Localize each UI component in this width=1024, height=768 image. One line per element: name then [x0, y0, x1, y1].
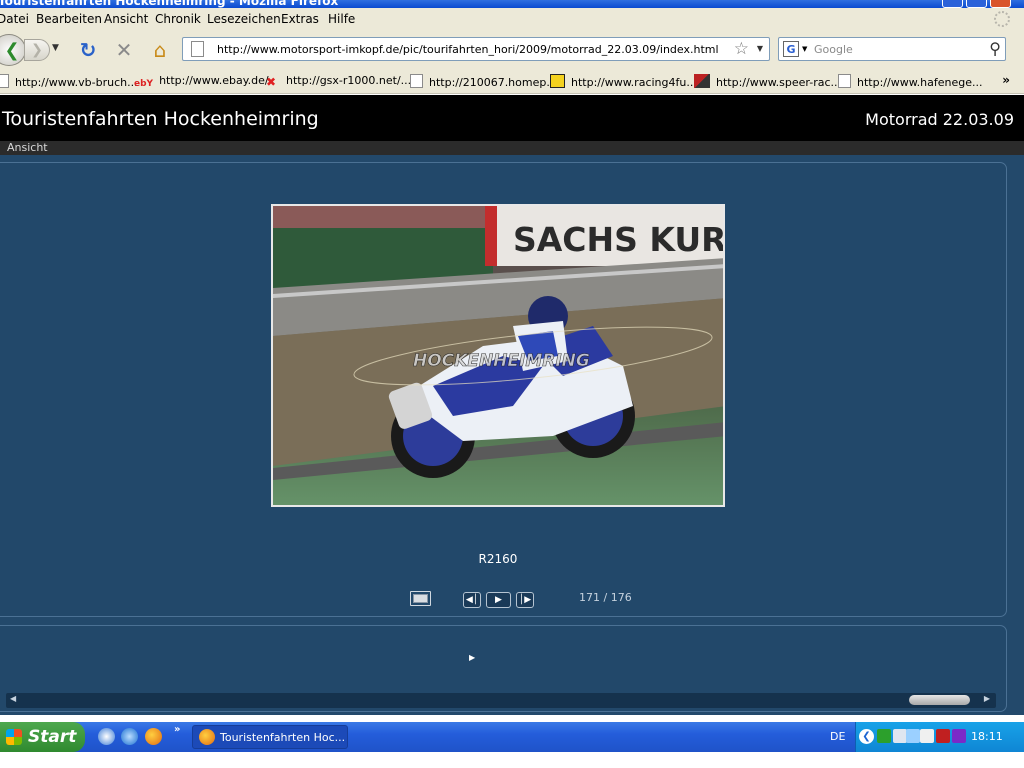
- view-menu-bar: Ansicht: [0, 141, 1024, 155]
- window-title: Touristenfahrten Hockenheimring - Mozill…: [0, 0, 339, 8]
- menu-extras[interactable]: Extras: [281, 12, 319, 26]
- menu-chronik[interactable]: Chronik: [155, 12, 201, 26]
- messenger-icon[interactable]: [952, 729, 966, 743]
- search-icon[interactable]: ⚲: [989, 39, 1001, 58]
- back-button[interactable]: ❮: [0, 34, 26, 66]
- bookmark-item[interactable]: ✖ http://gsx-r1000.net/...: [266, 74, 411, 89]
- menu-bar: Datei Bearbeiten Ansicht Chronik Lesezei…: [0, 8, 1024, 30]
- menu-lesezeichen[interactable]: Lesezeichen: [207, 12, 281, 26]
- url-dropdown-icon[interactable]: ▼: [757, 44, 763, 53]
- internet-explorer-icon[interactable]: [121, 728, 138, 745]
- gallery-page: Touristenfahrten Hockenheimring Motorrad…: [0, 95, 1024, 715]
- page-header: Touristenfahrten Hockenheimring Motorrad…: [0, 95, 1024, 141]
- monitor-icon: [413, 594, 428, 603]
- home-icon: ⌂: [153, 38, 167, 62]
- maximize-button[interactable]: [966, 0, 987, 8]
- antivirus-icon[interactable]: [936, 729, 950, 743]
- clock: 18:11: [971, 730, 1003, 743]
- next-button[interactable]: │▶: [516, 592, 534, 608]
- photo-watermark: HOCKENHEIMRING: [413, 351, 590, 371]
- minimize-button[interactable]: [942, 0, 963, 8]
- network-icon[interactable]: [877, 729, 891, 743]
- page-icon: [410, 74, 423, 88]
- taskbar: Start » Touristenfahrten Hoc... DE ❮ 18:…: [0, 722, 1024, 752]
- show-desktop-icon[interactable]: [98, 728, 115, 745]
- start-button[interactable]: Start: [0, 722, 85, 752]
- page-icon: [838, 74, 851, 88]
- bookmarks-overflow-button[interactable]: »: [1002, 73, 1010, 87]
- bookmark-item[interactable]: ebY http://www.ebay.de/: [134, 74, 269, 93]
- firefox-icon: [199, 729, 215, 745]
- menu-datei[interactable]: Datei: [0, 12, 29, 26]
- arrow-right-icon: ❯: [31, 42, 43, 58]
- view-menu[interactable]: Ansicht: [7, 141, 48, 154]
- system-tray: ❮ 18:11: [855, 722, 1024, 752]
- scrollbar-thumb[interactable]: [909, 695, 970, 705]
- bookmark-item[interactable]: http://www.hafenege...: [838, 74, 983, 89]
- previous-button[interactable]: ◀│: [463, 592, 481, 608]
- throbber-icon: [994, 11, 1010, 27]
- menu-hilfe[interactable]: Hilfe: [328, 12, 355, 26]
- motorcycle-photo: SACHS KUR HOCKENHEIMRING: [273, 206, 725, 505]
- bookmark-item[interactable]: http://www.vb-bruch...: [0, 74, 138, 89]
- image-counter: 171 / 176: [579, 591, 632, 604]
- forward-button[interactable]: ❯: [24, 39, 50, 61]
- close-button[interactable]: [990, 0, 1011, 8]
- play-icon: ▶: [495, 595, 502, 605]
- volume-icon[interactable]: [906, 729, 920, 743]
- scroll-left-icon[interactable]: ◀: [10, 694, 16, 703]
- windows-logo-icon: [6, 729, 22, 745]
- bookmark-item[interactable]: http://www.speer-rac...: [694, 74, 841, 89]
- window-title-bar: Touristenfahrten Hockenheimring - Mozill…: [0, 0, 1024, 8]
- stop-button[interactable]: ✕: [112, 38, 136, 62]
- google-engine-icon[interactable]: G: [783, 41, 799, 57]
- search-placeholder[interactable]: Google: [814, 43, 853, 56]
- url-text[interactable]: http://www.motorsport-imkopf.de/pic/tour…: [217, 43, 719, 56]
- site-title: Touristenfahrten Hockenheimring: [2, 108, 319, 130]
- banner-text: SACHS KUR: [513, 220, 725, 259]
- slideshow-play-button[interactable]: ▶: [486, 592, 511, 608]
- menu-ansicht[interactable]: Ansicht: [104, 12, 148, 26]
- taskbar-firefox-window[interactable]: Touristenfahrten Hoc...: [192, 725, 348, 749]
- fullscreen-button[interactable]: [410, 591, 431, 606]
- page-icon: [0, 74, 9, 88]
- bookmark-star-icon[interactable]: ☆: [734, 39, 749, 59]
- speer-racing-icon: [694, 74, 710, 88]
- reload-button[interactable]: ↻: [76, 38, 100, 62]
- firefox-icon[interactable]: [145, 728, 162, 745]
- stop-icon: ✕: [115, 38, 133, 62]
- ebay-icon: ebY: [134, 79, 154, 89]
- navigation-toolbar: ❮ ❯ ▼ ↻ ✕ ⌂ http://www.motorsport-imkopf…: [0, 30, 1024, 68]
- scroll-right-icon[interactable]: ▶: [984, 694, 990, 703]
- monitor-tray-icon[interactable]: [893, 729, 907, 743]
- safely-remove-icon[interactable]: [920, 729, 934, 743]
- thumbnail-scrollbar[interactable]: ◀ ▶: [6, 693, 996, 708]
- previous-icon: ◀│: [465, 595, 479, 605]
- language-indicator[interactable]: DE: [830, 730, 845, 743]
- menu-bearbeiten[interactable]: Bearbeiten: [36, 12, 102, 26]
- gallery-date-title: Motorrad 22.03.09: [865, 110, 1014, 129]
- suzuki-icon: ✖: [266, 75, 277, 89]
- url-bar[interactable]: http://www.motorsport-imkopf.de/pic/tour…: [182, 37, 770, 61]
- tray-expand-icon[interactable]: ❮: [859, 729, 874, 744]
- bookmark-item[interactable]: http://210067.homep...: [410, 74, 557, 89]
- arrow-left-icon: ❮: [4, 39, 20, 61]
- bookmark-item[interactable]: http://www.racing4fu...: [550, 74, 697, 89]
- history-dropdown-icon[interactable]: ▼: [52, 43, 59, 53]
- thumbnail-arrow-icon[interactable]: ▶: [469, 653, 475, 662]
- quicklaunch-overflow-button[interactable]: »: [174, 724, 180, 735]
- bookmarks-toolbar: http://www.vb-bruch... ebY http://www.eba…: [0, 68, 1024, 94]
- racing4fun-icon: [550, 74, 565, 88]
- screen-bottom-strip: [0, 752, 1024, 768]
- page-icon: [191, 41, 204, 57]
- home-button[interactable]: ⌂: [148, 38, 172, 62]
- next-icon: │▶: [518, 595, 532, 605]
- photo-caption: R2160: [478, 552, 518, 566]
- search-bar[interactable]: G ▼ Google ⚲: [778, 37, 1006, 61]
- gallery-photo[interactable]: SACHS KUR HOCKENHEIMRING: [271, 204, 725, 507]
- reload-icon: ↻: [79, 38, 97, 62]
- engine-dropdown-icon[interactable]: ▼: [802, 45, 807, 53]
